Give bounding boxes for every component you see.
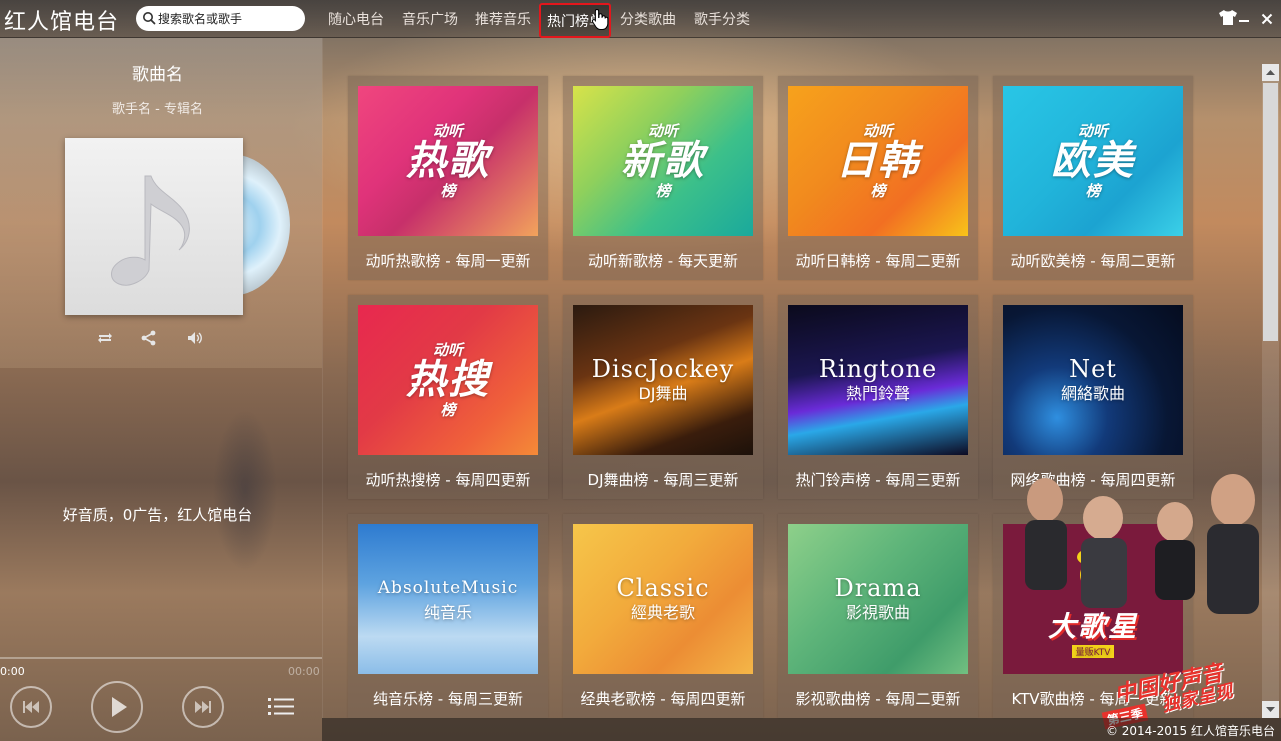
- chart-cover[interactable]: 动听 热歌 榜: [358, 86, 538, 236]
- chart-card-classic[interactable]: Classic 經典老歌 经典老歌榜 - 每周四更新: [563, 514, 763, 718]
- chart-cover[interactable]: Net 網絡歌曲: [1003, 305, 1183, 455]
- top-bar: 红人馆电台 随心电台 音乐广场 推荐音乐 热门榜单 分类歌曲 歌手分类: [0, 0, 1281, 38]
- album-cover: [65, 138, 243, 315]
- cover-big-text: 欧美: [1051, 138, 1135, 184]
- chart-cover[interactable]: Ringtone 熱門鈴聲: [788, 305, 968, 455]
- nav-item-random-radio[interactable]: 随心电台: [328, 9, 384, 29]
- nav-item-recommended[interactable]: 推荐音乐: [475, 9, 531, 29]
- cover-small-text: 动听: [432, 341, 463, 359]
- previous-button[interactable]: [10, 686, 52, 728]
- cover-sub-text: 影視歌曲: [845, 603, 910, 622]
- chart-card-new-songs[interactable]: 动听 新歌 榜 动听新歌榜 - 每天更新: [563, 76, 763, 280]
- cover-big-text: 热歌: [406, 138, 490, 184]
- cover-sub-text: 網絡歌曲: [1060, 384, 1125, 403]
- chart-card-drama[interactable]: Drama 影視歌曲 影视歌曲榜 - 每周二更新: [778, 514, 978, 718]
- chart-cover[interactable]: 动听 日韩 榜: [788, 86, 968, 236]
- cover-tag-text: 榜: [870, 182, 886, 200]
- cover-sub-text: 纯音乐: [423, 603, 472, 622]
- app-title: 红人馆电台: [4, 10, 120, 35]
- cover-tag-text: 榜: [440, 182, 456, 200]
- playlist-icon[interactable]: [268, 696, 294, 718]
- cover-big-text: Ringtone: [818, 355, 938, 383]
- music-note-icon: [111, 175, 190, 286]
- chart-cover[interactable]: DiscJockey DJ舞曲: [573, 305, 753, 455]
- cover-big-text: 日韩: [836, 138, 920, 184]
- nav-item-categories[interactable]: 分类歌曲: [620, 9, 676, 29]
- search-input[interactable]: [158, 9, 298, 28]
- chart-caption[interactable]: 动听热歌榜 - 每周一更新: [348, 250, 548, 271]
- promo-banner[interactable]: 中国好声音 独家呈现 第三季: [985, 460, 1281, 741]
- chart-cover[interactable]: 动听 欧美 榜: [1003, 86, 1183, 236]
- chart-caption[interactable]: 经典老歌榜 - 每周四更新: [563, 688, 763, 709]
- song-title: 歌曲名: [132, 65, 183, 85]
- cover-small-text: 动听: [862, 122, 893, 140]
- total-time: 00:00: [288, 665, 320, 678]
- chart-cover[interactable]: AbsoluteMusic 纯音乐: [358, 524, 538, 674]
- play-button[interactable]: [91, 681, 143, 733]
- tagline: 好音质，0广告，红人馆电台: [62, 506, 253, 524]
- chart-caption[interactable]: 动听日韩榜 - 每周二更新: [778, 250, 978, 271]
- hand-cursor-icon: [591, 8, 609, 30]
- cover-tag-text: 榜: [1085, 182, 1101, 200]
- cover-big-text: Drama: [834, 574, 922, 602]
- current-time: 0:00: [0, 665, 25, 678]
- scroll-thumb[interactable]: [1263, 83, 1278, 341]
- previous-icon: [23, 701, 39, 713]
- next-icon: [195, 701, 211, 713]
- song-meta: 歌手名 - 专辑名: [112, 102, 203, 117]
- next-button[interactable]: [182, 686, 224, 728]
- chart-cover[interactable]: Drama 影視歌曲: [788, 524, 968, 674]
- chart-caption[interactable]: 热门铃声榜 - 每周三更新: [778, 469, 978, 490]
- chart-caption[interactable]: 动听新歌榜 - 每天更新: [563, 250, 763, 271]
- chart-card-hot-search[interactable]: 动听 热搜 榜 动听热搜榜 - 每周四更新: [348, 295, 548, 499]
- chart-card-jpkr[interactable]: 动听 日韩 榜 动听日韩榜 - 每周二更新: [778, 76, 978, 280]
- cover-sub-text: 熱門鈴聲: [845, 384, 910, 403]
- nav-item-music-square[interactable]: 音乐广场: [402, 9, 458, 29]
- cover-big-text: 新歌: [621, 138, 705, 184]
- arrow-up-icon: [1266, 70, 1275, 75]
- chart-caption[interactable]: DJ舞曲榜 - 每周三更新: [563, 469, 763, 490]
- chart-caption[interactable]: 动听热搜榜 - 每周四更新: [348, 469, 548, 490]
- chart-cover[interactable]: Classic 經典老歌: [573, 524, 753, 674]
- skin-shirt-icon[interactable]: [1218, 9, 1238, 26]
- chart-caption[interactable]: 影视歌曲榜 - 每周二更新: [778, 688, 978, 709]
- search-icon[interactable]: [142, 11, 156, 25]
- play-icon: [112, 697, 127, 717]
- cover-big-text: AbsoluteMusic: [377, 578, 519, 598]
- footer: © 2014-2015 红人馆音乐电台: [322, 718, 1281, 741]
- chart-card-absolute[interactable]: AbsoluteMusic 纯音乐 纯音乐榜 - 每周三更新: [348, 514, 548, 718]
- chart-cover[interactable]: 动听 新歌 榜: [573, 86, 753, 236]
- cover-sub-text: 經典老歌: [630, 603, 695, 622]
- chart-card-ringtone[interactable]: Ringtone 熱門鈴聲 热门铃声榜 - 每周三更新: [778, 295, 978, 499]
- progress-bar[interactable]: [0, 657, 322, 659]
- cover-big-text: Classic: [616, 574, 710, 602]
- cover-small-text: 动听: [1077, 122, 1108, 140]
- volume-icon[interactable]: [186, 330, 204, 346]
- minimize-icon[interactable]: [1238, 13, 1250, 25]
- player-panel: 歌曲名 歌手名 - 专辑名 好音质，0广告，红人馆电台 0:00 00:00: [0, 38, 322, 741]
- cover-big-text: DiscJockey: [591, 355, 735, 383]
- cover-big-text: 热搜: [406, 357, 490, 403]
- nav-item-artists[interactable]: 歌手分类: [694, 9, 750, 29]
- chart-card-western[interactable]: 动听 欧美 榜 动听欧美榜 - 每周二更新: [993, 76, 1193, 280]
- chart-card-hot-songs[interactable]: 动听 热歌 榜 动听热歌榜 - 每周一更新: [348, 76, 548, 280]
- cover-sub-text: DJ舞曲: [638, 384, 688, 403]
- cover-small-text: 动听: [647, 122, 678, 140]
- cover-big-text: Net: [1069, 355, 1117, 383]
- chart-caption[interactable]: 动听欧美榜 - 每周二更新: [993, 250, 1193, 271]
- cover-tag-text: 榜: [655, 182, 671, 200]
- close-icon[interactable]: [1261, 13, 1273, 25]
- chart-cover[interactable]: 动听 热搜 榜: [358, 305, 538, 455]
- chart-card-dj[interactable]: DiscJockey DJ舞曲 DJ舞曲榜 - 每周三更新: [563, 295, 763, 499]
- cover-small-text: 动听: [432, 122, 463, 140]
- search-box[interactable]: [136, 6, 305, 31]
- repeat-icon[interactable]: [96, 330, 114, 346]
- scroll-up-button[interactable]: [1262, 64, 1279, 81]
- copyright: © 2014-2015 红人馆音乐电台: [1105, 724, 1275, 738]
- cover-tag-text: 榜: [440, 401, 456, 419]
- chart-caption[interactable]: 纯音乐榜 - 每周三更新: [348, 688, 548, 709]
- share-icon[interactable]: [140, 330, 158, 346]
